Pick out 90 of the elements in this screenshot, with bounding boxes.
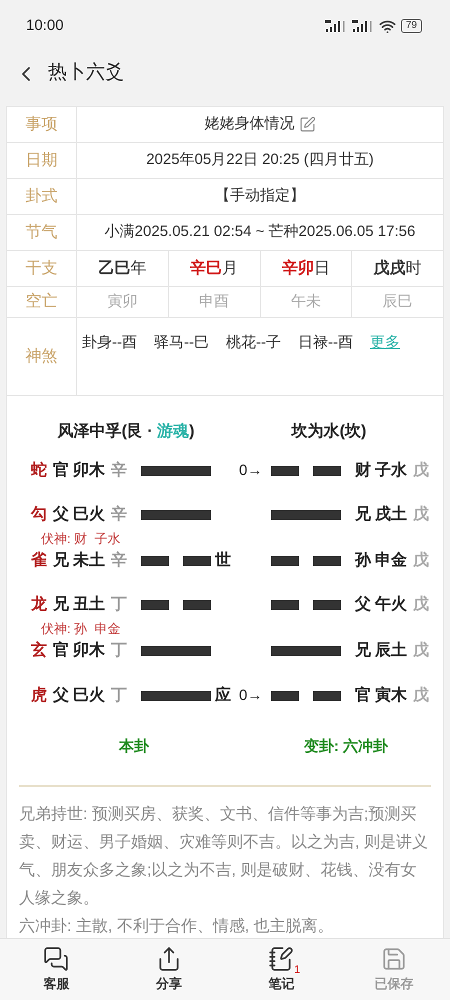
moving-mark: 0→ (239, 686, 262, 706)
page-title: 热卜六爻 (48, 61, 124, 86)
wifi-icon (378, 18, 396, 34)
shensha-item: 驿马--巳 (154, 333, 209, 353)
earth-branch: 巳火 (73, 686, 106, 706)
row-label: 节气 (26, 222, 58, 242)
heaven-stem: 辛 (111, 504, 128, 525)
six-beast: 玄 (31, 640, 48, 661)
six-relation: 父 (355, 594, 372, 615)
row-label: 神煞 (26, 346, 58, 366)
signal-icon (324, 20, 347, 32)
hidden-spirit: 伏神: 孙 申金 (41, 621, 120, 636)
nav-button[interactable]: 分享 (112, 939, 225, 1000)
row-value: 2025年05月22日 20:25 (四月廿五) (146, 150, 374, 170)
moving-mark: 0→ (239, 460, 262, 481)
battery-indicator: 79 (400, 19, 422, 33)
six-relation: 兄 (355, 641, 372, 661)
six-beast: 雀 (31, 550, 48, 571)
original-hexagram-title: 风泽中孚(艮 · 游魂) (58, 421, 194, 442)
changed-hexagram-title: 坎为水(坎) (292, 422, 366, 442)
row-label: 空亡 (26, 292, 58, 312)
pillar-text: 戊戌时 (374, 258, 422, 278)
changed-hexagram-label: 变卦: 六冲卦 (304, 737, 388, 757)
earth-branch: 辰土 (375, 640, 408, 661)
earth-branch: 申金 (375, 550, 408, 571)
heaven-stem: 戊 (413, 504, 429, 525)
earth-branch: 丑土 (73, 594, 106, 615)
void-branches: 午未 (290, 292, 321, 312)
six-relation: 官 (53, 460, 70, 481)
six-relation: 孙 (355, 550, 372, 571)
six-beast: 龙 (31, 594, 48, 615)
six-beast: 勾 (31, 504, 48, 525)
heaven-stem: 丁 (111, 641, 128, 661)
interpretation-text: 兄弟持世: 预测买房、获奖、文书、信件等事为吉;预测买卖、财运、男子婚姻、灾难等则不吉。以之为吉, 则是讲义气、朋友众多之象;以之为不吉, 则是破财、花钱、没有女人缘之象。 (19, 804, 429, 908)
chat-bubbles-icon (43, 946, 70, 972)
shensha-item: 日禄--酉 (298, 333, 353, 353)
earth-branch: 巳火 (73, 504, 106, 525)
six-relation: 父 (53, 504, 70, 525)
line-marker: 世 (215, 550, 231, 571)
six-beast: 虎 (31, 686, 48, 706)
row-value: 姥姥身体情况 (204, 114, 294, 134)
six-beast: 蛇 (31, 460, 48, 481)
heaven-stem: 戊 (413, 550, 429, 571)
void-branches: 寅卯 (107, 292, 138, 312)
interpretation-text: 六冲卦: 主散, 不利于合作、情感, 也主脱离。 (19, 916, 335, 936)
six-relation: 父 (53, 686, 70, 706)
void-branches: 申酉 (199, 292, 230, 312)
six-relation: 财 (355, 460, 372, 481)
edit-icon[interactable] (298, 116, 316, 133)
void-branches: 辰巳 (382, 292, 413, 312)
note-pen-icon (268, 946, 294, 972)
row-label: 日期 (26, 150, 58, 170)
heaven-stem: 戊 (413, 594, 429, 615)
earth-branch: 午火 (375, 594, 408, 615)
pillar-text: 辛卯 日 (282, 258, 330, 278)
row-label: 卦式 (26, 186, 58, 206)
earth-branch: 戌土 (375, 504, 408, 525)
line-marker: 应 (215, 685, 231, 706)
heaven-stem: 戊 (413, 686, 429, 706)
earth-branch: 未土 (73, 550, 106, 571)
hidden-spirit: 伏神: 财 子水 (41, 531, 120, 546)
heaven-stem: 辛 (111, 550, 128, 571)
earth-branch: 卯木 (73, 460, 106, 481)
heaven-stem: 戊 (413, 460, 429, 481)
nav-button[interactable]: 1 笔记 (225, 939, 338, 1000)
pillar-text: 乙巳年 (98, 258, 146, 278)
six-relation: 官 (355, 685, 372, 706)
earth-branch: 子水 (375, 460, 408, 481)
heaven-stem: 丁 (111, 595, 128, 615)
nav-button[interactable]: 客服 (0, 939, 112, 1000)
row-value: 【手动指定】 (215, 186, 305, 206)
signal-icon (352, 20, 374, 32)
status-time: 10:00 (26, 16, 64, 36)
earth-branch: 寅木 (375, 685, 408, 706)
six-relation: 兄 (53, 595, 70, 615)
row-value: 小满2025.05.21 02:54 ~ 芒种2025.06.05 17:56 (104, 222, 416, 242)
six-relation: 兄 (355, 505, 372, 525)
notes-count-label: 1 (294, 964, 300, 976)
row-label: 事项 (26, 114, 58, 134)
heaven-stem: 丁 (111, 686, 128, 706)
heaven-stem: 戊 (413, 640, 429, 661)
six-relation: 官 (53, 640, 70, 661)
earth-branch: 卯木 (73, 640, 106, 661)
six-relation: 兄 (53, 551, 70, 571)
row-label: 干支 (26, 258, 58, 278)
heaven-stem: 辛 (111, 460, 128, 481)
pillar-text: 辛巳月 (190, 258, 238, 278)
shensha-item: 卦身--酉 (82, 333, 137, 353)
shensha-item: 桃花--子 (226, 333, 281, 353)
original-hexagram-label: 本卦 (119, 737, 149, 757)
